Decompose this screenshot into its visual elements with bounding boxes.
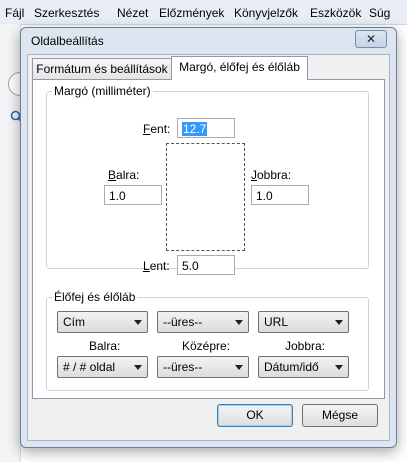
bottom-margin-input[interactable]: 5.0 [177,255,235,275]
close-icon: ✕ [365,32,377,46]
chevron-down-icon [235,365,243,370]
chevron-down-icon [335,320,343,325]
menu-tools[interactable]: Eszközök [310,6,361,20]
bottom-margin-label: Lent: [143,259,170,273]
left-margin-label: Balra: [108,168,140,182]
close-button[interactable]: ✕ [355,30,387,48]
menu-bookmarks[interactable]: Könyvjelzők [234,6,298,20]
top-margin-label: Fent: [143,122,171,136]
tab-format-options[interactable]: Formátum és beállítások [32,58,172,79]
menu-history[interactable]: Előzmények [159,6,224,20]
footer-center-select[interactable]: --üres-- [157,356,249,378]
footer-right-select[interactable]: Dátum/idő [258,356,349,378]
right-margin-label: Jobbra: [251,168,292,182]
footer-left-select[interactable]: # / # oldal [57,356,148,378]
menu-help[interactable]: Súg [369,6,390,20]
header-footer-group-label: Élőfej és élőláb [52,290,138,304]
cancel-button[interactable]: Mégse [302,404,378,427]
chevron-down-icon [335,365,343,370]
tab-margins-header-footer[interactable]: Margó, élőfej és élőláb [171,56,308,80]
header-center-select[interactable]: --üres-- [157,311,249,333]
footer-left-label: Balra: [89,339,121,353]
page-preview [166,143,245,251]
top-margin-input[interactable]: 12.7 [177,118,235,138]
tab-panel: Margó (milliméter) Fent: 12.7 Balra: 1.0… [32,79,385,399]
dialog-title: Oldalbeállítás [31,34,104,48]
header-left-select[interactable]: Cím [57,311,148,333]
chevron-down-icon [134,320,142,325]
right-margin-input[interactable]: 1.0 [251,185,309,205]
ok-button[interactable]: OK [217,404,293,427]
footer-center-label: Középre: [182,339,231,353]
header-right-select[interactable]: URL [258,311,349,333]
chevron-down-icon [235,320,243,325]
footer-right-label: Jobbra: [285,339,326,353]
page-setup-dialog: Oldalbeállítás ✕ Formátum és beállítások… [20,27,397,448]
chevron-down-icon [134,365,142,370]
menu-file[interactable]: Fájl [5,6,24,20]
menu-edit[interactable]: Szerkesztés [34,6,99,20]
dialog-client-area: Formátum és beállítások Margó, élőfej és… [27,54,390,441]
app-menubar: Fájl Szerkesztés Nézet Előzmények Könyvj… [0,0,407,25]
margins-group-label: Margó (milliméter) [52,84,153,98]
menu-view[interactable]: Nézet [117,6,148,20]
dialog-titlebar[interactable]: Oldalbeállítás ✕ [21,28,396,54]
left-margin-input[interactable]: 1.0 [104,185,162,205]
